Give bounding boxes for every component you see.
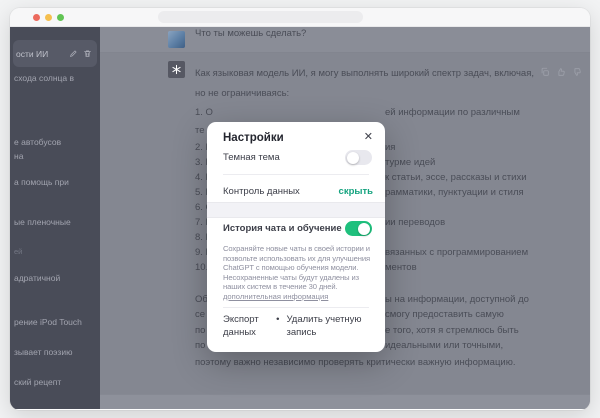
chat-history-label: История чата и обучение [223, 223, 342, 234]
chat-history-toggle[interactable] [345, 221, 372, 236]
section-separator [207, 202, 385, 218]
zoom-window-button[interactable] [57, 14, 64, 21]
close-icon[interactable]: ✕ [364, 131, 373, 143]
more-info-link[interactable]: дополнительная информация [223, 292, 328, 301]
chat-history-description: Сохраняйте новые чаты в своей истории и … [223, 244, 373, 292]
minimize-window-button[interactable] [45, 14, 52, 21]
dark-theme-label: Темная тема [223, 152, 280, 163]
button-separator-dot: • [276, 313, 279, 339]
settings-modal-title: Настройки [223, 132, 284, 144]
hide-link[interactable]: скрыть [339, 186, 373, 197]
user-message-text: Что ты можешь сделать? [195, 28, 584, 40]
address-bar[interactable] [158, 11, 363, 23]
window-titlebar [10, 8, 590, 27]
desktop: ости ИИ схода солнца ве автобусовнаа пом… [0, 0, 600, 418]
divider [223, 174, 369, 175]
assistant-text-line: но не ограничиваясь: [195, 88, 584, 100]
export-data-button[interactable]: Экспорт данных [223, 313, 269, 339]
assistant-text-line: 1. Оей информации по различным [195, 107, 584, 119]
assistant-text-line: Как языковая модель ИИ, я могу выполнять… [195, 68, 584, 80]
divider [223, 307, 369, 308]
settings-modal: Настройки ✕ Темная тема Контроль данных … [207, 122, 385, 352]
data-controls-label: Контроль данных [223, 186, 300, 197]
close-window-button[interactable] [33, 14, 40, 21]
assistant-text-line: поэтому важно независимо проверять крити… [195, 357, 584, 369]
dark-theme-toggle[interactable] [345, 150, 372, 165]
delete-account-button[interactable]: Удалить учетную запись [287, 313, 376, 339]
